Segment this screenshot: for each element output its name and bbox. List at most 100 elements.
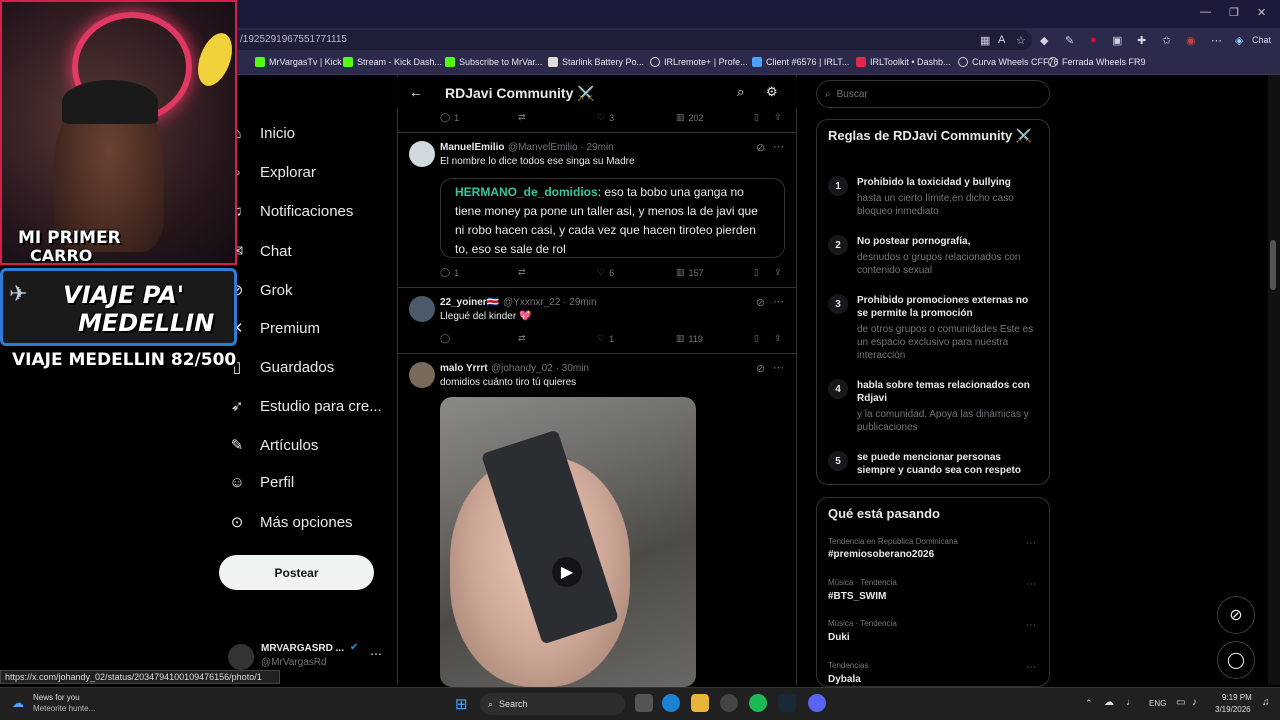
volume-icon[interactable]: ♪: [1192, 697, 1197, 708]
nav-item-premium[interactable]: ✕Premium: [228, 319, 320, 338]
reply-button[interactable]: ◯ 1: [440, 267, 459, 278]
extension-pen-icon[interactable]: ✎: [1065, 34, 1074, 47]
nav-item-chat[interactable]: ✉Chat: [228, 242, 292, 261]
bookmark-item[interactable]: Client #6576 | IRLT...: [752, 57, 849, 67]
repost-button[interactable]: ⇄: [518, 267, 526, 278]
nav-item-guardados[interactable]: ▯ Guardados: [228, 358, 334, 377]
more-dots-icon[interactable]: ⋯: [370, 647, 382, 661]
search-input[interactable]: ⌕ Buscar: [816, 80, 1050, 108]
minimize-icon[interactable]: —: [1200, 6, 1211, 18]
back-arrow-icon[interactable]: ←: [409, 84, 423, 100]
chat-label[interactable]: Chat: [1252, 35, 1271, 45]
spotify-icon[interactable]: [749, 694, 767, 712]
nav-item-explorar[interactable]: ⌕ Explorar: [228, 164, 316, 181]
notification-bell-icon[interactable]: ♫: [1262, 697, 1270, 708]
bookmark-button[interactable]: ▯: [754, 112, 759, 123]
discord-icon[interactable]: [808, 694, 826, 712]
more-dots-icon[interactable]: ⋯: [1026, 579, 1036, 590]
share-button[interactable]: ⇪: [774, 267, 782, 278]
nav-item-mas-opciones[interactable]: ⊙ Más opciones: [228, 513, 353, 532]
views-button[interactable]: ▥ 119: [676, 333, 703, 344]
avatar[interactable]: [409, 296, 435, 322]
avatar[interactable]: [409, 362, 435, 388]
share-button[interactable]: ⇪: [774, 333, 782, 344]
like-button[interactable]: ♡ 1: [597, 333, 614, 344]
maximize-icon[interactable]: ❐: [1229, 6, 1239, 19]
video-thumbnail[interactable]: ▶: [440, 397, 696, 687]
extensions-puzzle-icon[interactable]: ✚: [1137, 34, 1146, 47]
quote-card[interactable]: HERMANO_de_domidios: eso ta bobo una gan…: [440, 178, 785, 258]
nav-item-grok[interactable]: ⊘Grok: [228, 281, 293, 300]
trend-name[interactable]: #BTS_SWIM: [828, 591, 886, 602]
bookmark-item[interactable]: IRLToolkit • Dashb...: [856, 57, 951, 67]
bookmark-item[interactable]: Ferrada Wheels FR9: [1048, 57, 1146, 67]
play-icon[interactable]: ▶: [552, 557, 582, 587]
repost-button[interactable]: ⇄: [518, 333, 526, 344]
taskbar-search[interactable]: ⌕ Search: [480, 693, 625, 715]
more-dots-icon[interactable]: ⋯: [1026, 538, 1036, 549]
clock-time[interactable]: 9:19 PM: [1222, 693, 1252, 702]
bookmark-button[interactable]: ▯: [754, 267, 759, 278]
language-indicator[interactable]: ENG: [1149, 699, 1166, 708]
more-dots-icon[interactable]: ⋯: [773, 140, 784, 153]
extension-square-icon[interactable]: ▣: [1112, 34, 1122, 47]
like-button[interactable]: ♡ 3: [597, 112, 614, 123]
more-dots-icon[interactable]: ⋯: [1026, 620, 1036, 631]
messages-float-button[interactable]: ◯: [1217, 641, 1255, 679]
account-switcher[interactable]: MRVARGASRD ... ✔ @MrVargasRd ⋯: [228, 640, 388, 674]
bookmark-button[interactable]: ▯: [754, 333, 759, 344]
edge-icon[interactable]: [662, 694, 680, 712]
bookmark-item[interactable]: Starlink Battery Po...: [548, 57, 644, 67]
nav-item-articulos[interactable]: ✎ Artículos: [228, 436, 319, 455]
url-field[interactable]: /1925291967551771115: [232, 30, 1032, 50]
reply-button[interactable]: ◯ 1: [440, 112, 459, 123]
more-dots-icon[interactable]: ⋯: [1026, 662, 1036, 673]
task-view-icon[interactable]: [635, 694, 653, 712]
tweet-author[interactable]: ManuelEmilio: [440, 142, 504, 153]
trend-name[interactable]: Dybala: [828, 674, 861, 685]
repost-button[interactable]: ⇄: [518, 112, 526, 123]
cloud-icon[interactable]: ☁: [1104, 697, 1114, 708]
bookmark-item[interactable]: Subscribe to MrVar...: [445, 57, 542, 67]
profile-icon[interactable]: ◉: [1186, 34, 1196, 47]
favorite-star-icon[interactable]: ☆: [1016, 34, 1026, 47]
read-aloud-icon[interactable]: A: [998, 34, 1005, 46]
more-dots-icon[interactable]: ⋯: [773, 361, 784, 374]
share-button[interactable]: ⇪: [774, 112, 782, 123]
bookmark-item[interactable]: MrVargasTv | Kick: [255, 57, 342, 67]
weather-icon[interactable]: ☁: [12, 696, 24, 710]
quote-author[interactable]: HERMANO_de_domidios: [455, 185, 598, 199]
favorites-icon[interactable]: ✩: [1162, 34, 1171, 47]
reader-icon[interactable]: ▦: [980, 34, 990, 47]
tweet-author[interactable]: 22_yoiner🇨🇷: [440, 297, 499, 308]
tray-chevron-icon[interactable]: ⌃: [1085, 698, 1093, 709]
bookmark-item[interactable]: Stream - Kick Dash...: [343, 57, 442, 67]
mic-icon[interactable]: ♩: [1126, 697, 1136, 708]
clock-date[interactable]: 3/19/2026: [1215, 705, 1251, 714]
trend-name[interactable]: #premiosoberano2026: [828, 549, 934, 560]
nav-item-notificaciones[interactable]: ♫ Notificaciones: [228, 203, 353, 220]
scrollbar[interactable]: [1268, 75, 1280, 685]
nav-item-perfil[interactable]: ☺ Perfil: [228, 474, 294, 491]
trend-name[interactable]: Duki: [828, 632, 850, 643]
news-title[interactable]: News for you: [33, 693, 80, 702]
avatar[interactable]: [409, 141, 435, 167]
copilot-icon[interactable]: ◈: [1235, 34, 1243, 47]
gear-icon[interactable]: ⚙: [766, 84, 778, 100]
reply-button[interactable]: ◯: [440, 333, 450, 344]
nav-item-inicio[interactable]: ⌂ Inicio: [228, 125, 295, 142]
windows-start-icon[interactable]: ⊞: [455, 695, 468, 713]
grok-icon[interactable]: ⊘: [756, 141, 765, 154]
network-icon[interactable]: ▭: [1176, 697, 1185, 708]
extension-icon[interactable]: ◆: [1040, 34, 1048, 47]
extension-red-icon[interactable]: ●: [1090, 34, 1097, 46]
file-explorer-icon[interactable]: [691, 694, 709, 712]
close-icon[interactable]: ✕: [1257, 6, 1266, 19]
views-button[interactable]: ▥ 157: [676, 267, 704, 278]
more-dots-icon[interactable]: ⋯: [773, 295, 784, 308]
bookmark-item[interactable]: IRLremote+ | Profe...: [650, 57, 748, 67]
search-icon[interactable]: ⌕: [737, 84, 744, 100]
post-button[interactable]: Postear: [219, 555, 374, 590]
steam-icon[interactable]: [778, 694, 796, 712]
grok-float-button[interactable]: ⊘: [1217, 596, 1255, 634]
